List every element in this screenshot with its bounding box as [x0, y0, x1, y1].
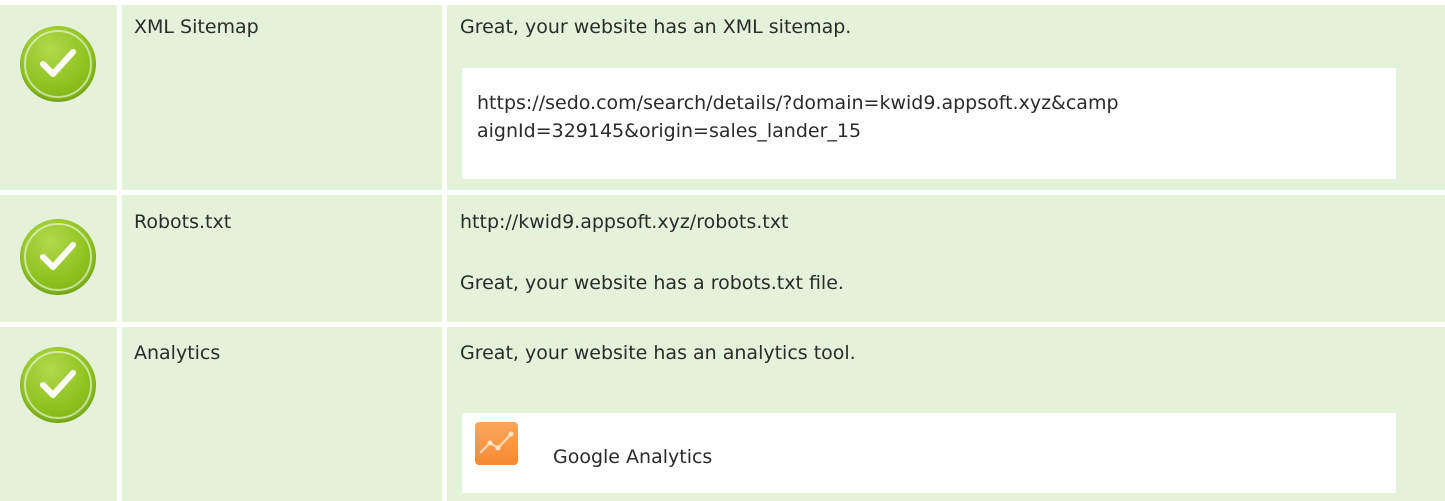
- content-cell: Great, your website has an analytics too…: [447, 327, 1445, 501]
- sitemap-url-line-1[interactable]: https://sedo.com/search/details/?domain=…: [477, 89, 1119, 117]
- seo-checks-table: XML Sitemap Great, your website has an X…: [0, 0, 1445, 501]
- row-xml-sitemap: XML Sitemap Great, your website has an X…: [0, 5, 1445, 190]
- label-cell: Robots.txt: [122, 195, 442, 322]
- analytics-tool-name: Google Analytics: [553, 446, 713, 468]
- label-cell: Analytics: [122, 327, 442, 501]
- google-analytics-icon: [475, 422, 518, 465]
- check-circle-icon: [20, 347, 96, 423]
- status-message: Great, your website has an analytics too…: [460, 342, 856, 364]
- row-label: XML Sitemap: [134, 16, 259, 38]
- content-cell: Great, your website has an XML sitemap. …: [447, 5, 1445, 190]
- check-circle-icon: [20, 26, 96, 102]
- sitemap-url-box: https://sedo.com/search/details/?domain=…: [462, 68, 1396, 179]
- status-message: Great, your website has an XML sitemap.: [460, 16, 852, 38]
- sitemap-url-line-2[interactable]: aignId=329145&origin=sales_lander_15: [477, 117, 861, 145]
- status-message: Great, your website has a robots.txt fil…: [460, 272, 844, 294]
- row-label: Robots.txt: [134, 211, 232, 233]
- row-label: Analytics: [134, 342, 221, 364]
- status-cell: [0, 195, 117, 322]
- check-circle-icon: [20, 219, 96, 295]
- row-analytics: Analytics Great, your website has an ana…: [0, 327, 1445, 501]
- content-cell: http://kwid9.appsoft.xyz/robots.txt Grea…: [447, 195, 1445, 322]
- row-robots-txt: Robots.txt http://kwid9.appsoft.xyz/robo…: [0, 195, 1445, 322]
- analytics-tool-box: Google Analytics: [462, 413, 1396, 493]
- status-cell: [0, 5, 117, 190]
- label-cell: XML Sitemap: [122, 5, 442, 190]
- status-cell: [0, 327, 117, 501]
- robots-url[interactable]: http://kwid9.appsoft.xyz/robots.txt: [460, 208, 788, 236]
